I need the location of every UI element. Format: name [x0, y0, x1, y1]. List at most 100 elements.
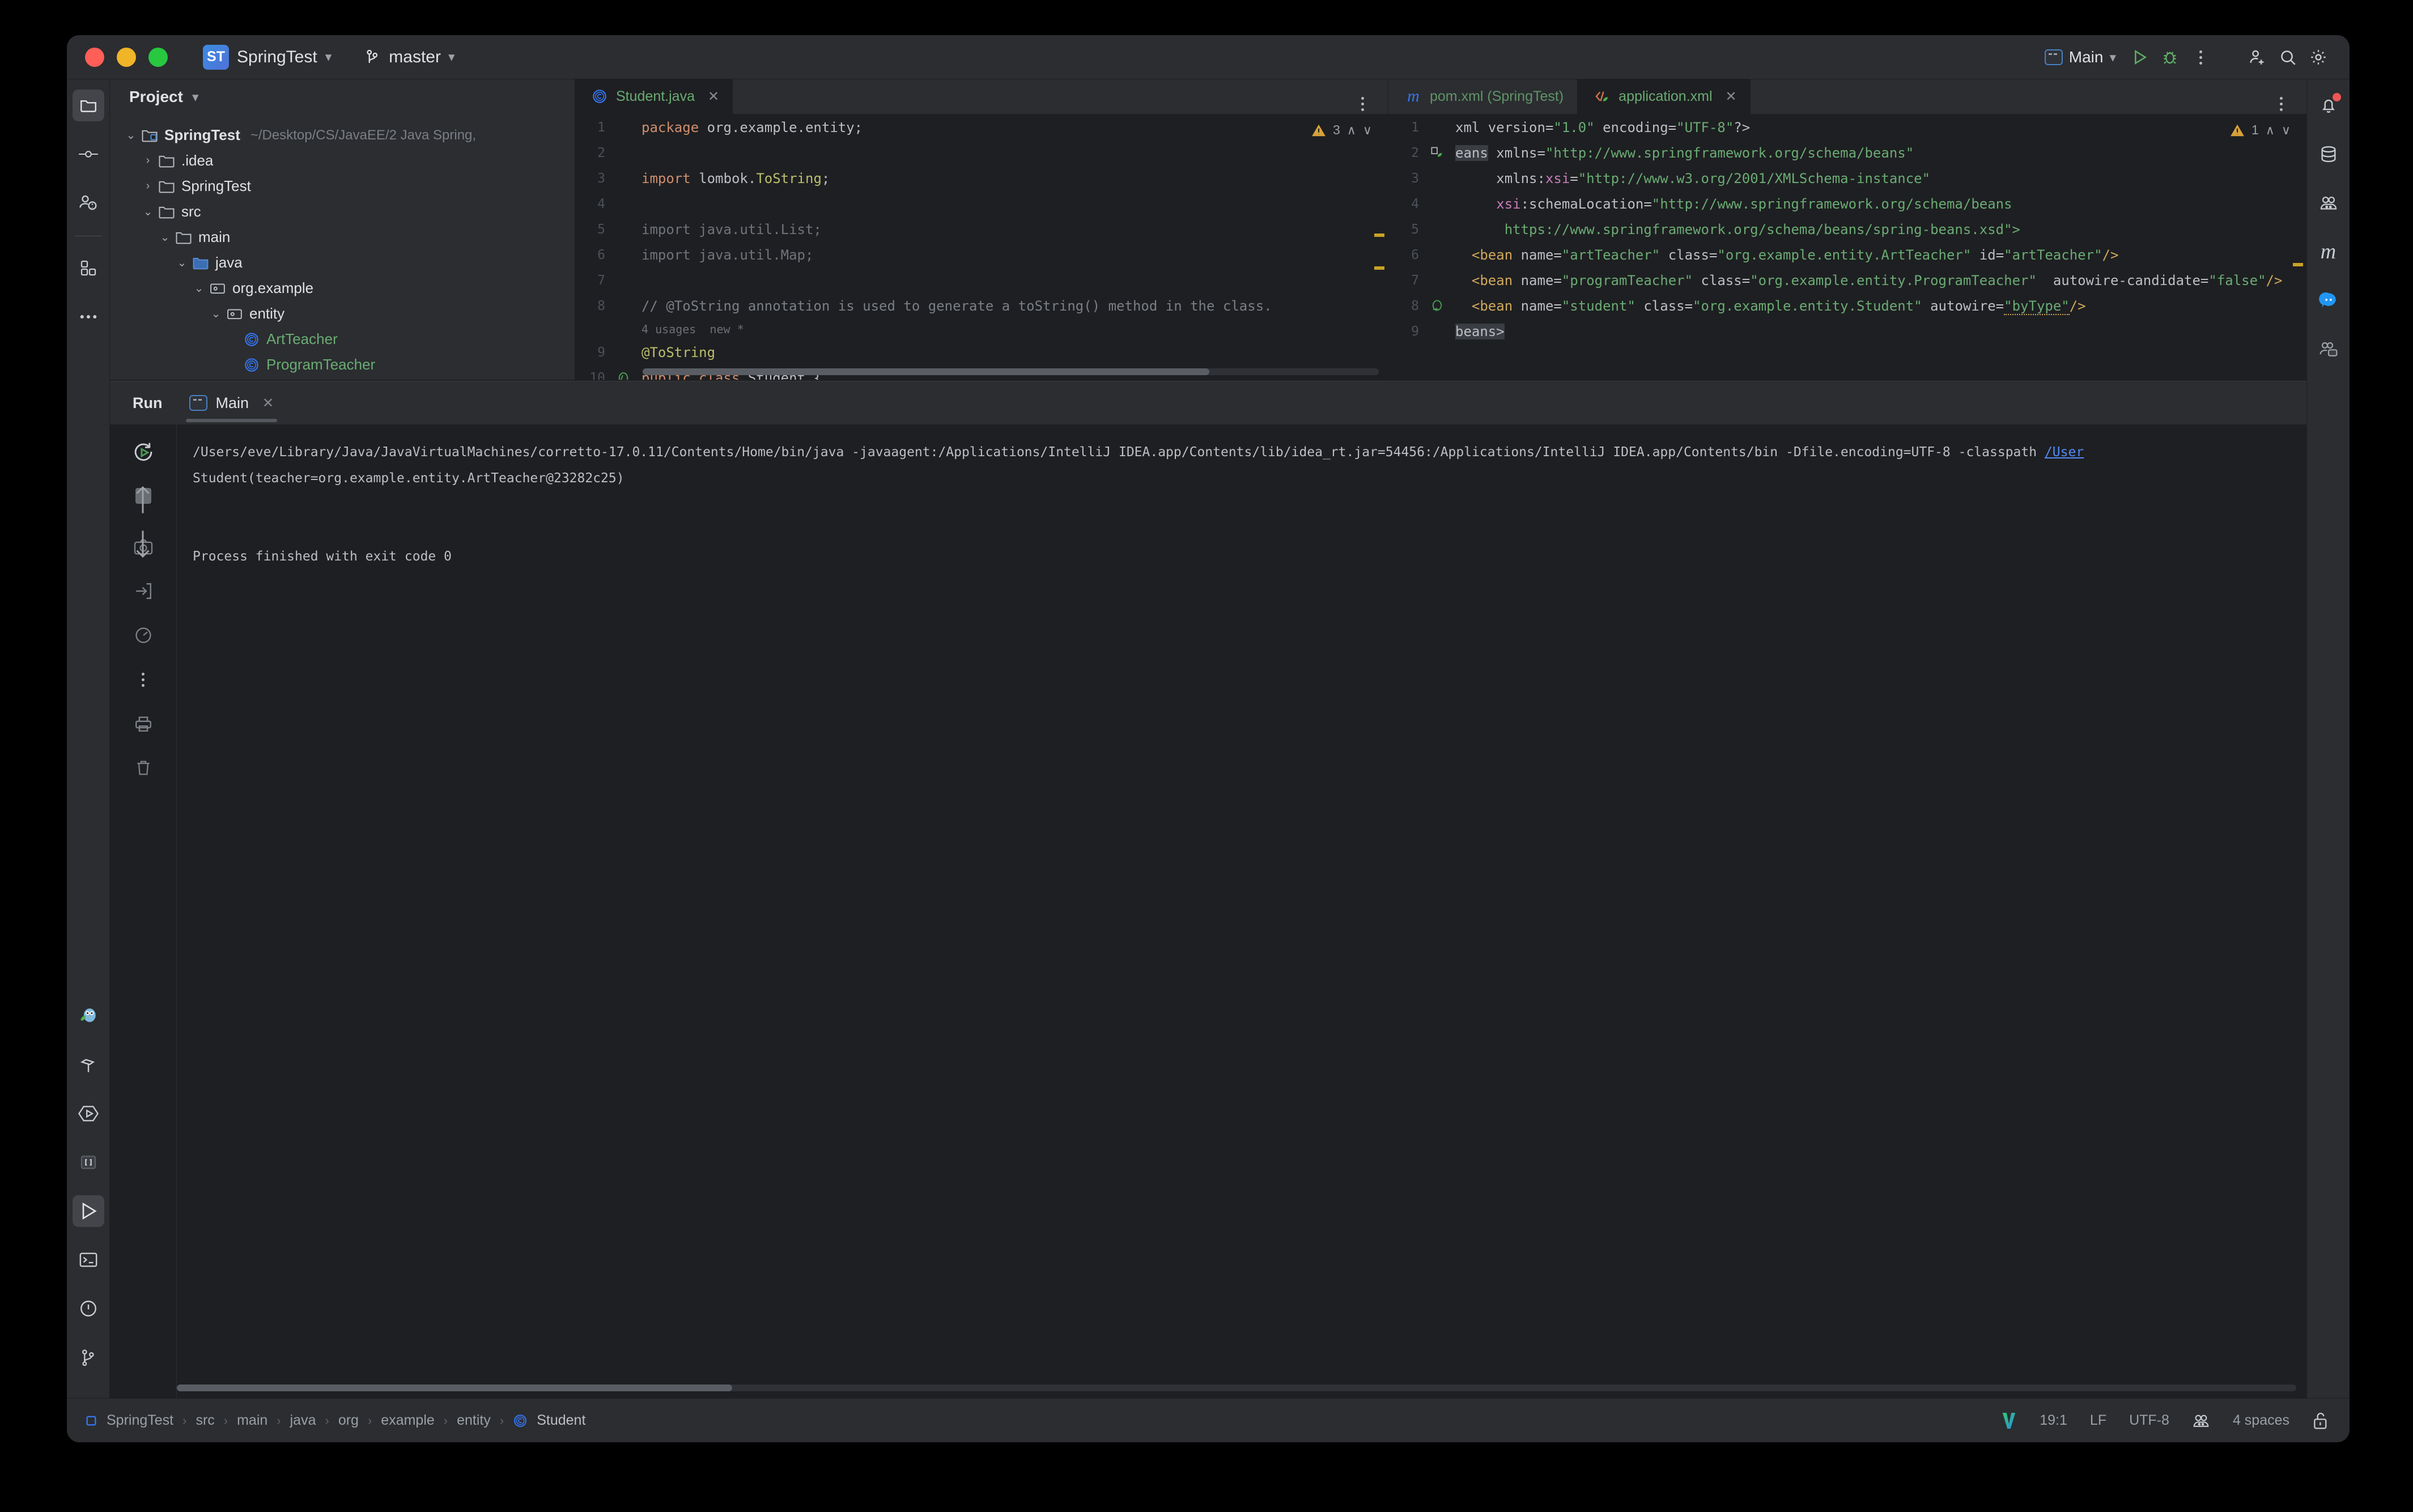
project-panel-header[interactable]: Project ▾: [110, 79, 575, 114]
console-link[interactable]: /User: [2045, 445, 2084, 460]
code-line[interactable]: 7 <bean name="programTeacher" class="org…: [1388, 267, 2306, 293]
more-run-options-button[interactable]: [126, 662, 160, 696]
run-configuration-selector[interactable]: Main ▾: [2037, 42, 2124, 73]
code-line[interactable]: 9 @ToString: [575, 339, 1388, 365]
project-selector[interactable]: ST SpringTest ▾: [203, 44, 332, 70]
bean-gutter-icon[interactable]: [613, 371, 634, 380]
breadcrumb-item[interactable]: entity: [457, 1412, 491, 1429]
chevron-down-icon[interactable]: ⌄: [122, 128, 139, 142]
code-line[interactable]: 6 <bean name="artTeacher" class="org.exa…: [1388, 242, 2306, 267]
prev-problem-icon[interactable]: ∧: [1347, 123, 1356, 138]
close-window-button[interactable]: [85, 47, 104, 67]
settings-button[interactable]: [2303, 42, 2334, 73]
tree-item-src[interactable]: ⌄ src: [110, 199, 575, 224]
sidebar-item-plugins[interactable]: [73, 252, 104, 284]
chevron-down-icon[interactable]: ⌄: [173, 256, 190, 270]
code-line[interactable]: 3 import lombok.ToString;: [575, 165, 1388, 191]
chevron-down-icon[interactable]: ⌄: [207, 307, 224, 321]
code-with-me-button[interactable]: [2242, 42, 2272, 73]
sidebar-item-more[interactable]: [73, 301, 104, 333]
tree-item-programteacher[interactable]: ProgramTeacher: [110, 352, 575, 377]
tree-item-entity[interactable]: ⌄ entity: [110, 301, 575, 326]
code-line[interactable]: 1 package org.example.entity;: [575, 114, 1388, 140]
indent-setting[interactable]: 4 spaces: [2233, 1412, 2289, 1429]
sidebar-item-structure[interactable]: [73, 1146, 104, 1178]
inspection-widget-student[interactable]: 3 ∧ ∨: [1311, 122, 1372, 138]
code-line[interactable]: 2 eans xmlns="http://www.springframework.…: [1388, 140, 2306, 165]
sidebar-item-run[interactable]: [72, 1195, 104, 1227]
sidebar-item-project[interactable]: [72, 90, 104, 121]
autowire-gutter-icon[interactable]: [1427, 299, 1447, 313]
maximize-window-button[interactable]: [148, 47, 168, 67]
sidebar-item-database[interactable]: [2313, 138, 2344, 170]
code-line[interactable]: 5 https://www.springframework.org/schema…: [1388, 216, 2306, 242]
editor-tab-pom-xml-springtest-[interactable]: m pom.xml (SpringTest): [1388, 79, 1577, 114]
sidebar-item-terminal[interactable]: [73, 1244, 104, 1276]
close-icon[interactable]: ✕: [1726, 88, 1737, 105]
code-line[interactable]: 5 import java.util.List;: [575, 216, 1388, 242]
tree-item-springtest[interactable]: › SpringTest: [110, 173, 575, 199]
editor-tabstrip-left[interactable]: Student.java ✕: [575, 79, 1388, 114]
minimize-window-button[interactable]: [117, 47, 136, 67]
tree-item-main[interactable]: ⌄ main: [110, 224, 575, 250]
code-line[interactable]: 1 xml version="1.0" encoding="UTF-8"?>: [1388, 114, 2306, 140]
breadcrumb[interactable]: SpringTest › src › main › java › org › example › ent…: [85, 1412, 585, 1429]
chevron-right-icon[interactable]: ›: [139, 180, 156, 193]
breadcrumb-item[interactable]: main: [237, 1412, 267, 1429]
run-tab-main[interactable]: Main ✕: [186, 381, 277, 424]
line-separator[interactable]: LF: [2090, 1412, 2106, 1429]
git-branch-selector[interactable]: master ▾: [364, 48, 455, 67]
scroll-down-icon-wrap[interactable]: [133, 529, 153, 563]
breadcrumb-item[interactable]: org: [338, 1412, 359, 1429]
clear-all-button[interactable]: [126, 751, 160, 785]
chevron-down-icon[interactable]: ⌄: [139, 205, 156, 219]
sidebar-item-version-control[interactable]: [73, 1341, 104, 1373]
code-area-student[interactable]: 1 package org.example.entity; 2 3 import lom…: [575, 114, 1388, 380]
inlay-hint[interactable]: 4 usages new *: [575, 318, 1388, 339]
tree-item--idea[interactable]: › .idea: [110, 148, 575, 173]
sidebar-item-bean-validation[interactable]: [2313, 187, 2344, 219]
sidebar-item-pull-requests[interactable]: [73, 187, 104, 219]
editor-tabstrip-right-top[interactable]: m pom.xml (SpringTest) application.xml ✕: [1388, 79, 2306, 114]
unlock-icon[interactable]: [2312, 1412, 2329, 1430]
breadcrumb-item[interactable]: java: [290, 1412, 316, 1429]
sidebar-item-code-with-me[interactable]: [2313, 333, 2344, 365]
breadcrumb-item[interactable]: example: [381, 1412, 435, 1429]
code-line[interactable]: 6 import java.util.Map;: [575, 242, 1388, 267]
breadcrumb-item[interactable]: SpringTest: [107, 1412, 173, 1429]
spring-gutter-icon[interactable]: [1427, 146, 1447, 160]
run-button[interactable]: [2124, 42, 2155, 73]
print-button[interactable]: [126, 707, 160, 741]
next-problem-icon[interactable]: ∨: [2282, 123, 2291, 138]
code-line[interactable]: 3 xmlns:xsi="http://www.w3.org/2001/XMLS…: [1388, 165, 2306, 191]
code-line[interactable]: 4 xsi:schemaLocation="http://www.springf…: [1388, 191, 2306, 216]
sidebar-item-run-anything[interactable]: [73, 1098, 104, 1129]
scroll-up-icon-wrap[interactable]: [133, 483, 153, 518]
tree-item-springtest[interactable]: ⌄ SpringTest ~/Desktop/CS/JavaEE/2 Java Sp…: [110, 122, 575, 148]
sidebar-item-spring[interactable]: [73, 1000, 104, 1032]
project-tree[interactable]: ⌄ SpringTest ~/Desktop/CS/JavaEE/2 Java Sp…: [110, 114, 575, 380]
close-icon[interactable]: ✕: [708, 88, 719, 105]
sidebar-item-problems[interactable]: [73, 1293, 104, 1324]
editor-tab-application-xml[interactable]: application.xml ✕: [1577, 79, 1751, 114]
tree-item-artteacher[interactable]: ArtTeacher: [110, 326, 575, 352]
debug-button[interactable]: [2155, 42, 2185, 73]
chevron-right-icon[interactable]: ›: [139, 154, 156, 167]
sidebar-item-commit[interactable]: [73, 138, 104, 170]
editor-tab-student-java[interactable]: Student.java ✕: [575, 79, 733, 114]
inspection-widget-xml[interactable]: 1 ∧ ∨: [2230, 122, 2291, 138]
more-actions-button[interactable]: [2185, 42, 2216, 73]
hscroll-thumb-student[interactable]: [643, 368, 1209, 375]
prev-problem-icon[interactable]: ∧: [2266, 123, 2275, 138]
breadcrumb-item[interactable]: src: [196, 1412, 214, 1429]
search-everywhere-button[interactable]: [2272, 42, 2303, 73]
caret-position[interactable]: 19:1: [2040, 1412, 2067, 1429]
export-button[interactable]: [126, 574, 160, 608]
code-line[interactable]: 8 <bean name="student" class="org.exampl…: [1388, 293, 2306, 318]
breadcrumb-item[interactable]: Student: [537, 1412, 585, 1429]
code-line[interactable]: 9 beans>: [1388, 318, 2306, 344]
tree-item-student[interactable]: Student: [110, 377, 575, 380]
code-line[interactable]: 4: [575, 191, 1388, 216]
beans-icon[interactable]: [2192, 1413, 2210, 1429]
tree-item-java[interactable]: ⌄ java: [110, 250, 575, 275]
